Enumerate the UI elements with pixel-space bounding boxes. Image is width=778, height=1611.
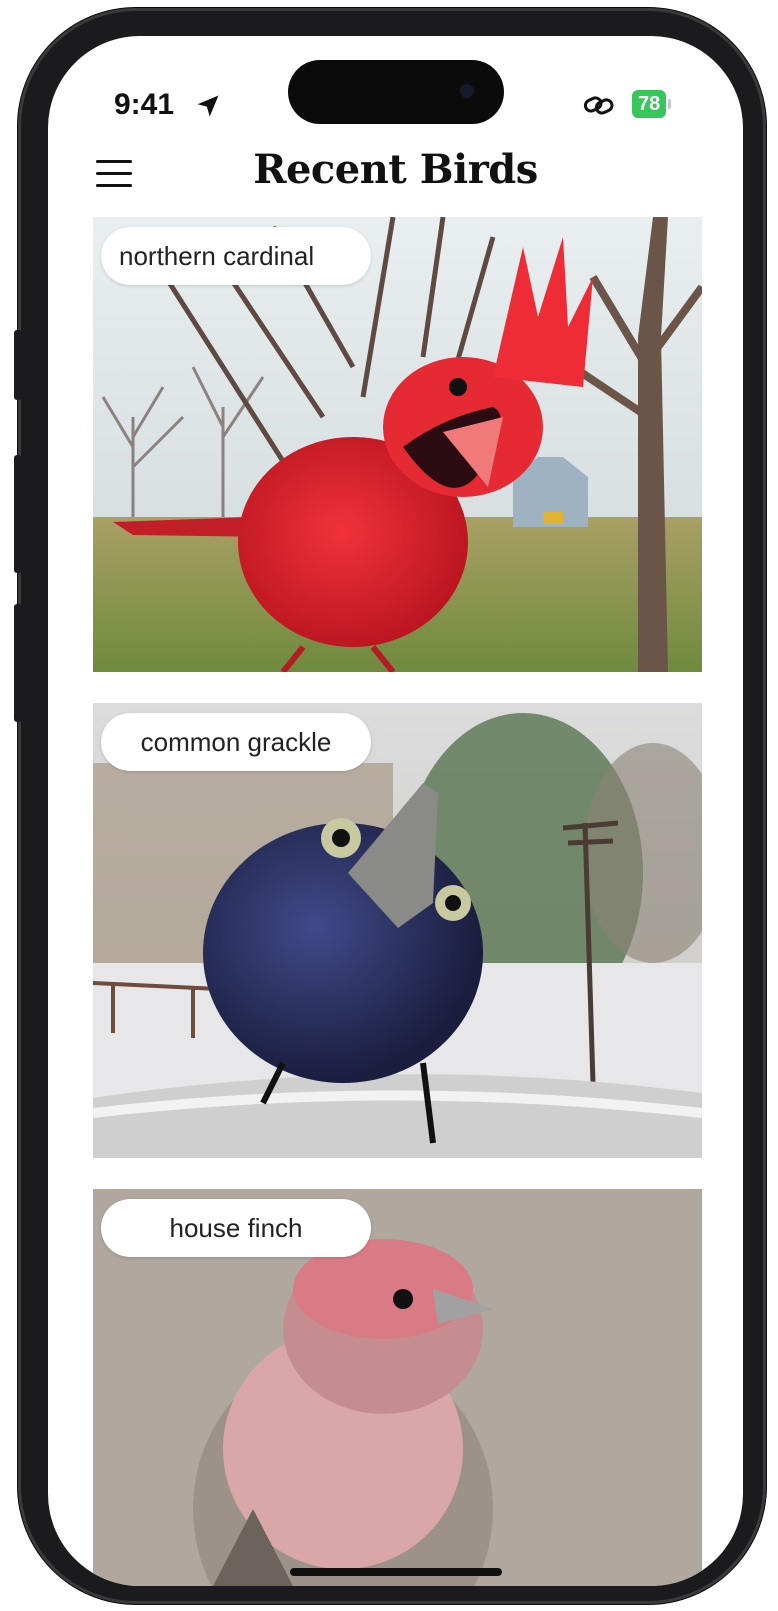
bird-label: house finch — [101, 1199, 371, 1257]
bird-card-house-finch[interactable]: house finch — [93, 1189, 702, 1586]
app-screen: 9:41 78 Recent Birds northern cardinal c… — [48, 36, 743, 1586]
location-arrow-icon — [197, 95, 219, 117]
bird-card-northern-cardinal[interactable]: northern cardinal — [93, 217, 702, 672]
bird-label: northern cardinal — [101, 227, 371, 285]
battery-icon: 78 — [632, 90, 672, 118]
common-grackle-photo — [93, 703, 702, 1158]
phone-action-button — [14, 330, 22, 400]
bird-card-common-grackle[interactable]: common grackle — [93, 703, 702, 1158]
page-title: Recent Birds — [253, 146, 538, 193]
dynamic-island — [288, 60, 504, 124]
battery-level: 78 — [632, 90, 667, 118]
northern-cardinal-photo — [93, 217, 702, 672]
camera-icon — [456, 80, 478, 102]
bird-label: common grackle — [101, 713, 371, 771]
battery-tip — [668, 99, 672, 109]
link-icon — [583, 96, 614, 115]
phone-volume-up — [14, 455, 22, 573]
phone-volume-down — [14, 604, 22, 722]
home-indicator[interactable] — [290, 1568, 502, 1576]
status-time: 9:41 — [114, 88, 175, 121]
